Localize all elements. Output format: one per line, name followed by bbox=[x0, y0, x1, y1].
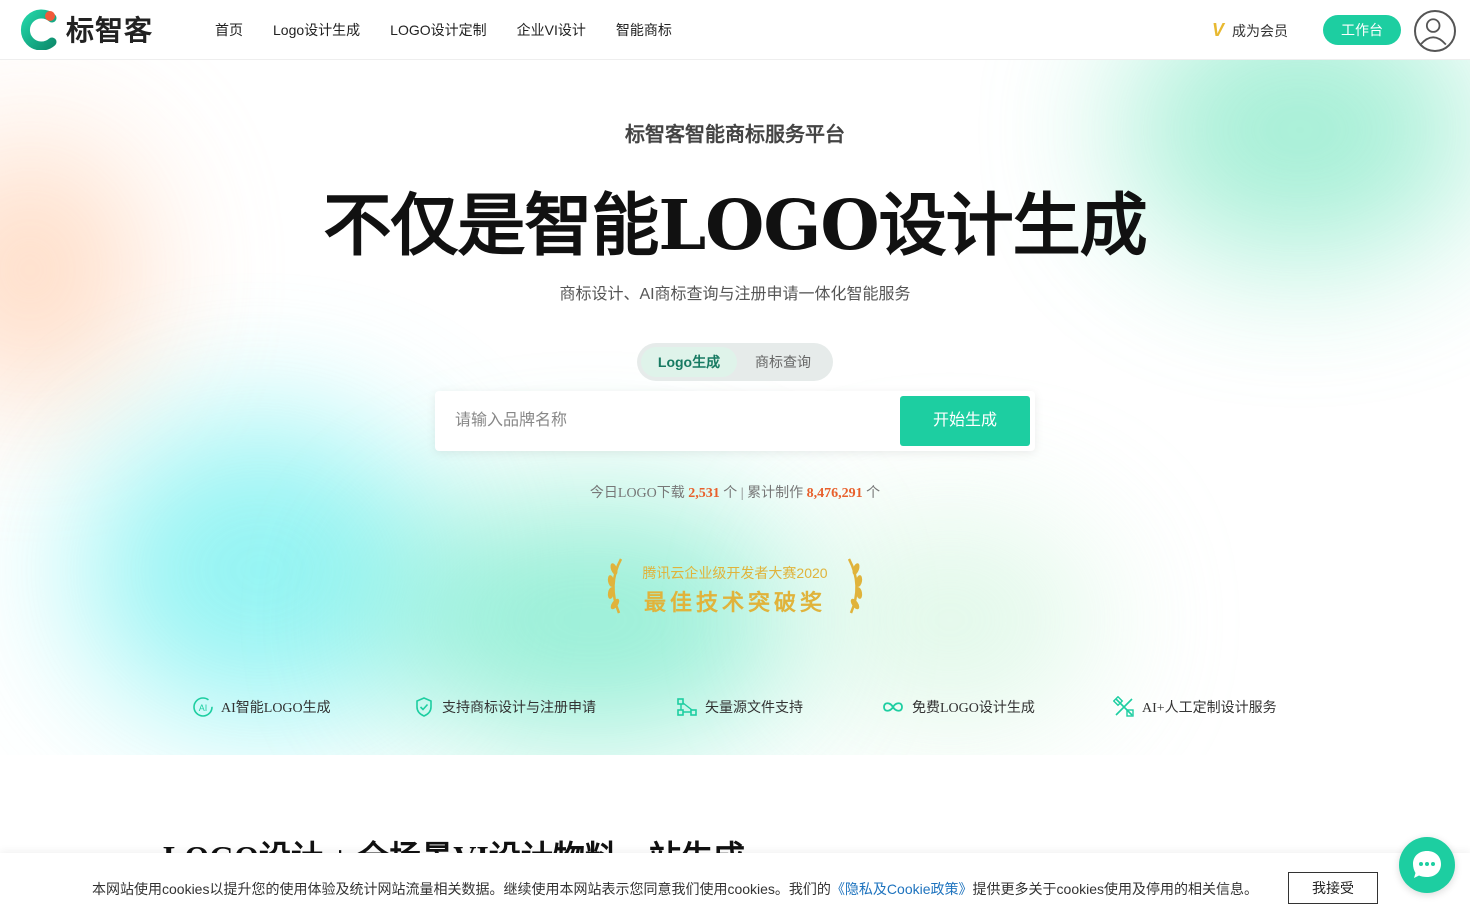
brand-logo-icon bbox=[20, 9, 57, 50]
award-event: 腾讯云企业级开发者大赛2020 bbox=[642, 565, 828, 581]
stats-separator: | 累计制作 bbox=[740, 486, 804, 501]
svg-text:AI: AI bbox=[199, 703, 208, 713]
search-mode-tabs: Logo生成 商标查询 bbox=[637, 343, 833, 381]
nav-item-trademark[interactable]: 智能商标 bbox=[616, 20, 672, 40]
feature-item: 支持商标设计与注册申请 bbox=[413, 696, 596, 718]
vip-icon: V bbox=[1212, 20, 1225, 40]
award-title: 最佳技术突破奖 bbox=[643, 590, 826, 615]
cookie-consent-bar: 本网站使用cookies以提升您的使用体验及统计网站流量相关数据。继续使用本网站… bbox=[0, 853, 1470, 923]
infinity-icon bbox=[883, 702, 903, 712]
privacy-policy-link[interactable]: 《隐私及Cookie政策》 bbox=[831, 881, 973, 897]
brand-logo[interactable]: 标智客 bbox=[20, 8, 153, 50]
ai-icon: AI bbox=[193, 697, 213, 717]
nav-item-home[interactable]: 首页 bbox=[215, 20, 243, 40]
stats-total-count: 8,476,291 bbox=[806, 486, 863, 501]
tab-logo-generate[interactable]: Logo生成 bbox=[641, 347, 737, 377]
chat-bubble-icon bbox=[1413, 851, 1441, 878]
hero-description: 商标设计、AI商标查询与注册申请一体化智能服务 bbox=[559, 286, 911, 303]
feature-list: AI AI智能LOGO生成 支持商标设计与注册申请 矢量源文件支持 免费LOGO… bbox=[0, 696, 1470, 720]
hero-bg-blob bbox=[800, 520, 1100, 720]
chat-support-button[interactable] bbox=[1399, 837, 1455, 893]
feature-item: 矢量源文件支持 bbox=[676, 696, 803, 718]
feature-label: AI智能LOGO生成 bbox=[221, 701, 331, 716]
become-member-link[interactable]: V 成为会员 bbox=[1212, 20, 1288, 41]
brand-search-box: 开始生成 bbox=[435, 391, 1035, 451]
hero-title: 不仅是智能LOGO设计生成 bbox=[323, 186, 1147, 266]
feature-item: AI AI智能LOGO生成 bbox=[192, 696, 331, 718]
feature-label: AI+人工定制设计服务 bbox=[1142, 701, 1277, 716]
nav-item-logo-generate[interactable]: Logo设计生成 bbox=[273, 20, 360, 40]
hero-subtitle: 标智客智能商标服务平台 bbox=[625, 124, 845, 146]
cookie-text-before: 本网站使用cookies以提升您的使用体验及统计网站流量相关数据。继续使用本网站… bbox=[92, 881, 831, 897]
top-header: 标智客 首页 Logo设计生成 LOGO设计定制 企业VI设计 智能商标 V 成… bbox=[0, 0, 1470, 60]
laurel-right-icon bbox=[847, 558, 863, 614]
design-tools-icon bbox=[1113, 696, 1134, 717]
main-nav: 首页 Logo设计生成 LOGO设计定制 企业VI设计 智能商标 bbox=[215, 0, 702, 60]
feature-label: 支持商标设计与注册申请 bbox=[442, 701, 596, 716]
feature-label: 免费LOGO设计生成 bbox=[912, 701, 1035, 716]
user-avatar-icon[interactable] bbox=[1414, 10, 1456, 52]
vip-label: 成为会员 bbox=[1232, 22, 1289, 39]
shield-check-icon bbox=[416, 697, 432, 717]
tab-trademark-search[interactable]: 商标查询 bbox=[737, 347, 829, 377]
cookie-text: 本网站使用cookies以提升您的使用体验及统计网站流量相关数据。继续使用本网站… bbox=[92, 879, 1258, 899]
hero-section: 标智客智能商标服务平台 不仅是智能LOGO设计生成 商标设计、AI商标查询与注册… bbox=[0, 60, 1470, 755]
award-badge: 腾讯云企业级开发者大赛2020 最佳技术突破奖 bbox=[605, 557, 865, 619]
feature-label: 矢量源文件支持 bbox=[705, 701, 803, 716]
nav-item-vi-design[interactable]: 企业VI设计 bbox=[517, 20, 586, 40]
stats-today-label: 今日LOGO下载 bbox=[589, 486, 685, 501]
accept-cookies-button[interactable]: 我接受 bbox=[1288, 872, 1378, 904]
stats-unit: 个 bbox=[866, 486, 881, 501]
feature-item: AI+人工定制设计服务 bbox=[1113, 696, 1277, 718]
start-generate-button[interactable]: 开始生成 bbox=[900, 396, 1030, 446]
cookie-text-after: 提供更多关于cookies使用及停用的相关信息。 bbox=[972, 881, 1258, 897]
brand-name-input[interactable] bbox=[455, 405, 875, 437]
vector-nodes-icon bbox=[677, 698, 697, 716]
workbench-button[interactable]: 工作台 bbox=[1323, 15, 1401, 45]
download-stats: 今日LOGO下载 2,531 个 | 累计制作 8,476,291 个 bbox=[0, 482, 1470, 502]
feature-item: 免费LOGO设计生成 bbox=[881, 696, 1035, 718]
stats-today-count: 2,531 bbox=[688, 486, 720, 501]
stats-unit: 个 bbox=[723, 486, 738, 501]
brand-name: 标智客 bbox=[66, 14, 154, 47]
nav-item-logo-custom[interactable]: LOGO设计定制 bbox=[390, 20, 486, 40]
hero-bg-blob bbox=[80, 420, 440, 720]
